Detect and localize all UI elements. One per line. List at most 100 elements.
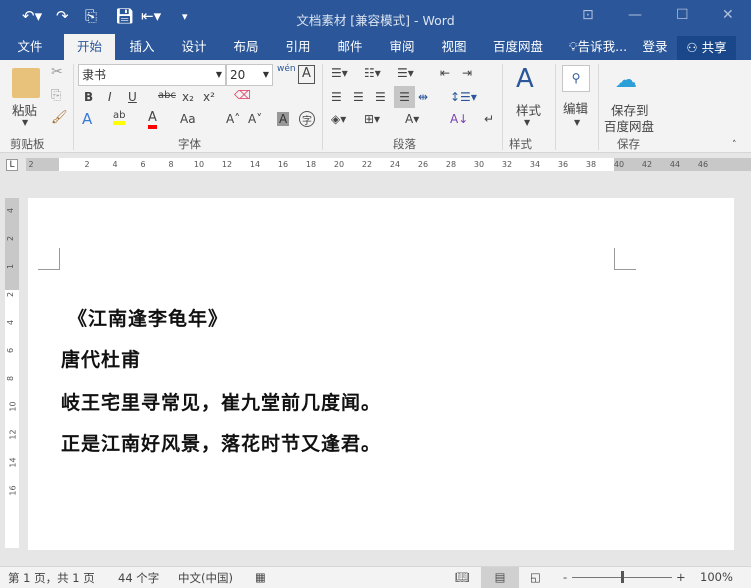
tab-design[interactable]: 设计 <box>172 34 216 60</box>
numbering-icon[interactable]: ☷▾ <box>364 66 381 80</box>
italic-button[interactable]: I <box>108 90 112 104</box>
sort-icon[interactable]: A↓ <box>450 112 468 126</box>
read-mode-icon[interactable]: 📖︎ <box>455 570 470 584</box>
tab-file[interactable]: 文件 <box>8 34 52 60</box>
macro-icon[interactable]: ▦ <box>255 570 266 584</box>
subscript-button[interactable]: x₂ <box>182 90 194 104</box>
shrink-font-icon[interactable]: A˅ <box>248 112 262 126</box>
zoom-level[interactable]: 100% <box>700 570 733 584</box>
ribbon: 粘贴 ▼ ✂ ⎘ 🖌︎ 剪贴板 隶书 ▼ 20 ▼ wén A B I U abc … <box>0 60 751 153</box>
align-left-icon[interactable]: ☰ <box>331 90 342 104</box>
baidu-label[interactable]: 百度网盘 <box>604 116 654 135</box>
login-link[interactable]: 登录 <box>638 34 672 60</box>
asian-layout-icon[interactable]: A▾ <box>405 112 419 126</box>
ruler-mark: 32 <box>501 160 513 169</box>
superscript-button[interactable]: x² <box>203 90 215 104</box>
styles-icon[interactable]: A <box>516 64 534 94</box>
enclose-characters-button[interactable]: 字 <box>299 111 315 127</box>
tab-selector[interactable]: L <box>6 159 18 171</box>
character-shading-icon[interactable]: A <box>277 112 290 126</box>
vertical-ruler[interactable]: 4 2 1 2 4 6 8 10 12 14 16 <box>5 198 19 548</box>
find-icon[interactable]: ⚲ <box>562 65 590 92</box>
styles-button[interactable]: 样式 <box>516 100 541 119</box>
text-effects-icon[interactable]: A <box>82 110 92 128</box>
tab-review[interactable]: 审阅 <box>380 34 424 60</box>
font-group-label: 字体 <box>178 137 201 151</box>
zoom-in-button[interactable]: + <box>676 570 686 584</box>
ruler-mark: 12 <box>221 160 233 169</box>
show-marks-icon[interactable]: ↵ <box>484 112 494 126</box>
cut-icon[interactable]: ✂ <box>51 64 63 80</box>
tab-baidu[interactable]: 百度网盘 <box>488 34 548 60</box>
vruler-mark: 2 <box>6 291 16 298</box>
multilevel-list-icon[interactable]: ☰▾ <box>397 66 414 80</box>
ribbon-tabs: 文件 开始 插入 设计 布局 引用 邮件 审阅 视图 百度网盘 💡︎告诉我...… <box>0 34 751 60</box>
bold-button[interactable]: B <box>84 90 93 104</box>
editing-dropdown-icon[interactable]: ▼ <box>574 118 580 127</box>
clear-formatting-icon[interactable]: ⌫ <box>234 88 251 102</box>
phonetic-guide-icon[interactable]: wén <box>277 64 296 74</box>
strikethrough-button[interactable]: abc <box>158 90 176 101</box>
font-size-select[interactable]: 20 ▼ <box>226 64 273 86</box>
share-button[interactable]: ⚇ 共享 <box>677 36 736 60</box>
close-button[interactable]: ✕ <box>722 7 734 23</box>
styles-dropdown-icon[interactable]: ▼ <box>524 118 530 127</box>
zoom-out-button[interactable]: - <box>563 570 567 584</box>
underline-button[interactable]: U <box>128 90 137 104</box>
ruler-mark: 6 <box>140 160 146 169</box>
word-count[interactable]: 44 个字 <box>118 570 159 586</box>
highlight-icon[interactable]: ab <box>113 110 126 125</box>
borders-icon[interactable]: ⊞▾ <box>364 112 380 126</box>
ruler-mark: 28 <box>445 160 457 169</box>
grow-font-icon[interactable]: A˄ <box>226 112 240 126</box>
person-icon: ⚇ <box>686 40 702 55</box>
bullets-icon[interactable]: ☰▾ <box>331 66 348 80</box>
increase-indent-icon[interactable]: ⇥ <box>462 66 472 80</box>
editing-button[interactable]: 编辑 <box>563 98 588 117</box>
language[interactable]: 中文(中国) <box>178 570 233 586</box>
justify-icon[interactable]: ☰ <box>394 86 415 108</box>
web-layout-icon[interactable]: ◱ <box>530 570 541 584</box>
clipboard-group-label: 剪贴板 <box>10 137 45 151</box>
tab-references[interactable]: 引用 <box>276 34 320 60</box>
vruler-mark: 1 <box>6 263 16 270</box>
shading-icon[interactable]: ◈▾ <box>331 112 346 126</box>
tab-mailings[interactable]: 邮件 <box>328 34 372 60</box>
tell-me-search[interactable]: 💡︎告诉我... <box>563 34 633 60</box>
copy-icon[interactable]: ⎘ <box>51 88 61 103</box>
poem-line-1: 岐王宅里寻常见，崔九堂前几度闻。 <box>61 392 382 414</box>
align-center-icon[interactable]: ☰ <box>353 90 364 104</box>
maximize-button[interactable]: ☐ <box>676 7 689 23</box>
vruler-mark: 8 <box>6 375 16 382</box>
document-page[interactable]: 《江南逢李龟年》 唐代杜甫 岐王宅里寻常见，崔九堂前几度闻。 正是江南好风景，落… <box>28 198 734 550</box>
status-bar: 第 1 页，共 1 页 44 个字 中文(中国) ▦ 📖︎ ▤ ◱ - + 10… <box>0 566 751 588</box>
tab-insert[interactable]: 插入 <box>120 34 164 60</box>
tab-layout[interactable]: 布局 <box>224 34 268 60</box>
font-size-value: 20 <box>230 68 246 82</box>
change-case-button[interactable]: Aa <box>180 112 196 126</box>
vruler-mark: 4 <box>6 319 16 326</box>
minimize-button[interactable]: — <box>628 7 642 23</box>
line-spacing-icon[interactable]: ↕☰▾ <box>450 90 477 104</box>
format-painter-icon[interactable]: 🖌︎ <box>51 110 68 125</box>
ribbon-display-icon[interactable]: ⊡ <box>582 7 594 23</box>
distributed-icon[interactable]: ⇹ <box>418 90 428 104</box>
align-right-icon[interactable]: ☰ <box>375 90 386 104</box>
zoom-slider-thumb[interactable] <box>621 571 624 583</box>
font-name-select[interactable]: 隶书 ▼ <box>78 64 226 86</box>
paste-dropdown-icon[interactable]: ▼ <box>22 118 28 127</box>
poem-author: 唐代杜甫 <box>61 349 142 371</box>
tab-home[interactable]: 开始 <box>64 34 115 60</box>
character-border-icon[interactable]: A <box>298 65 315 84</box>
paste-button[interactable]: 粘贴 <box>12 100 37 119</box>
horizontal-ruler[interactable]: L 2 2 4 6 8 10 12 14 16 18 20 22 24 26 28 30 32 34 36 38 40 4… <box>0 153 751 177</box>
decrease-indent-icon[interactable]: ⇤ <box>440 66 450 80</box>
baidu-cloud-icon[interactable]: ☁ <box>615 68 637 93</box>
print-layout-icon[interactable]: ▤ <box>481 567 519 588</box>
collapse-ribbon-icon[interactable]: ˄ <box>732 140 737 150</box>
poem-title: 《江南逢李龟年》 <box>68 308 229 330</box>
font-color-icon[interactable]: A <box>148 110 157 129</box>
tab-view[interactable]: 视图 <box>432 34 476 60</box>
page-count[interactable]: 第 1 页，共 1 页 <box>8 570 95 586</box>
paste-icon[interactable] <box>12 68 40 98</box>
